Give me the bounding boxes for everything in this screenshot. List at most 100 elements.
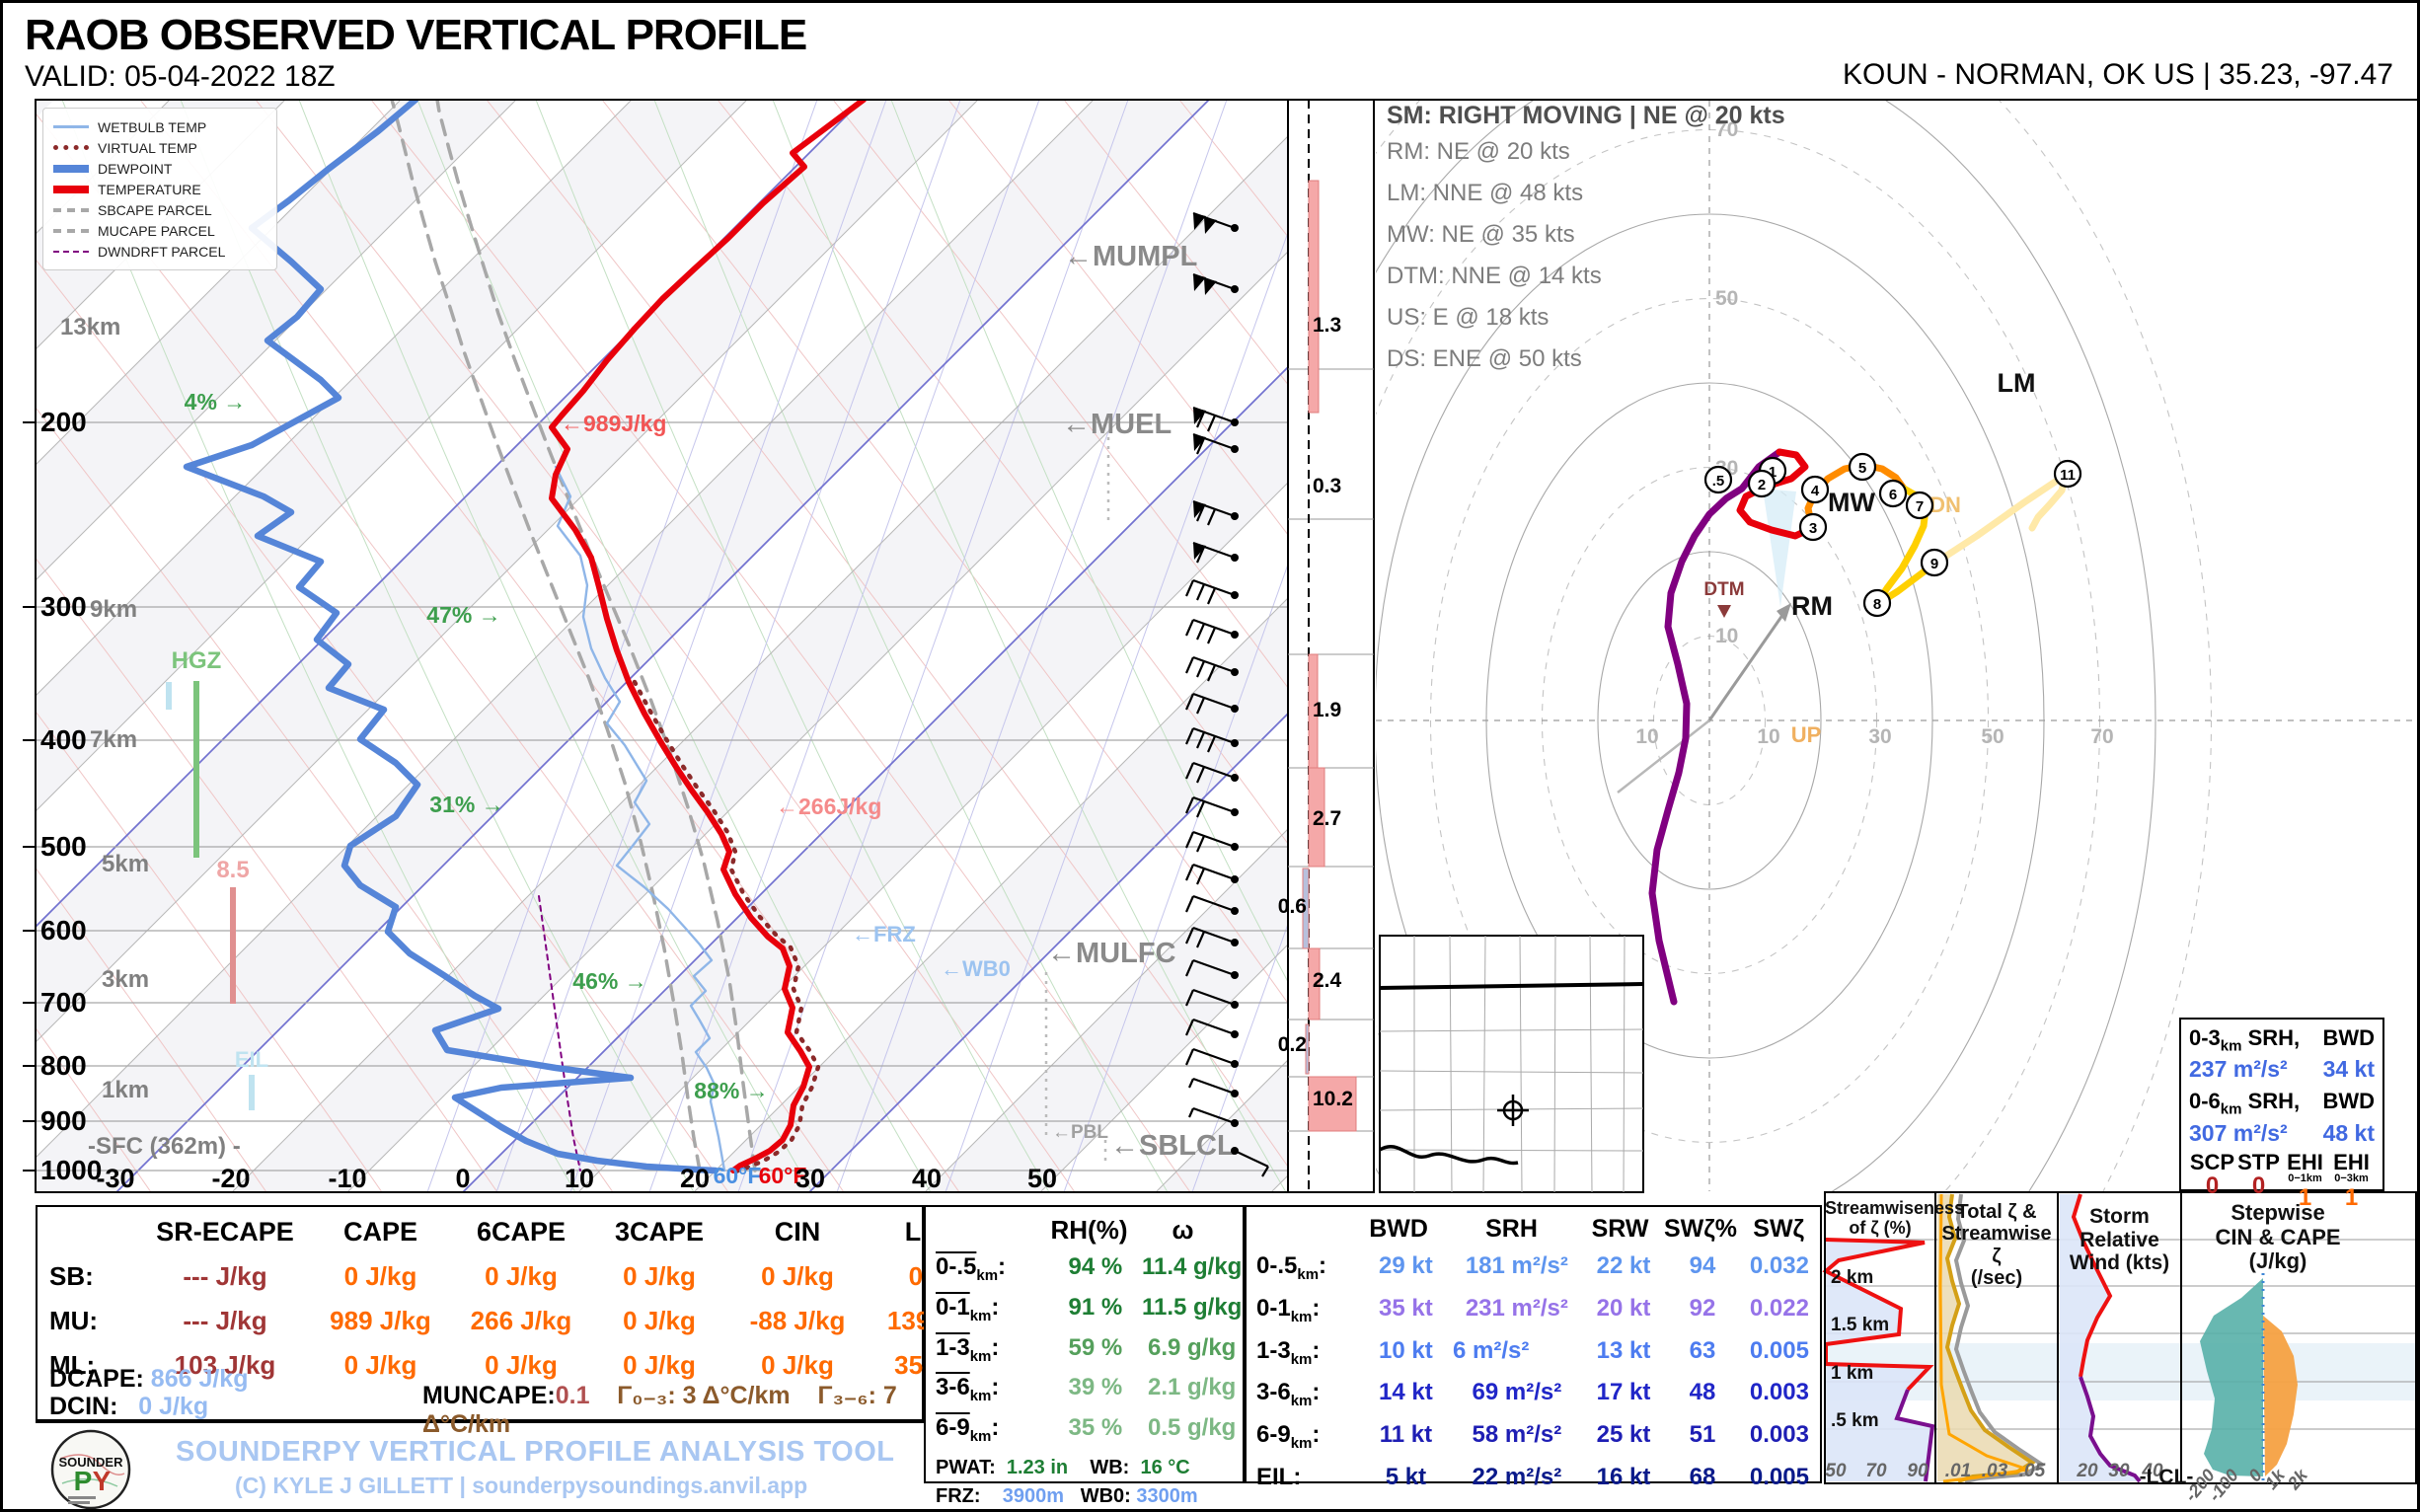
muel-label: ←MUEL: [1062, 409, 1172, 440]
temp-tick-label: -20: [211, 1164, 250, 1193]
up-label: UP: [1791, 722, 1822, 747]
p1-x-tick: 90: [1907, 1461, 1928, 1481]
hodo-height-marker-label: 7: [1916, 498, 1924, 515]
height-label: 3km: [102, 966, 149, 993]
scp-value: 0: [2189, 1172, 2235, 1200]
mw-label: MW: [1828, 488, 1875, 517]
ehi-0-1-value: 1: [2282, 1184, 2328, 1212]
temperature-legend-icon: [53, 186, 89, 193]
legend-label: VIRTUAL TEMP: [98, 140, 197, 156]
wind-barb-half: [1189, 1079, 1193, 1088]
cape-266-label: ←266J/kg: [776, 794, 881, 819]
p1-x-tick: 50: [1825, 1461, 1847, 1481]
ds-motion: DS: ENE @ 50 kts: [1387, 345, 1785, 373]
kinematics-panel: BWD SRH SRW SWζ% SWζ 0-.5km:29 kt181 m²/…: [1245, 1205, 1822, 1483]
shear-vector-line: [1618, 720, 1709, 793]
lapse-0-3-value: 3 Δ°C/km: [683, 1382, 791, 1409]
legend-label: DEWPOINT: [98, 161, 172, 177]
hodo-height-marker: 3: [1800, 514, 1826, 540]
rm-motion: RM: NE @ 20 kts: [1387, 138, 1785, 166]
dcin-value: 0 J/kg: [138, 1393, 208, 1420]
stp-value: 0: [2235, 1172, 2282, 1200]
stepwise-cape-shape: [2263, 1316, 2298, 1476]
p2-x-tick: .03: [1982, 1461, 2008, 1481]
wind-barb-full: [1186, 1049, 1193, 1065]
wind-barb-half: [1189, 1108, 1193, 1117]
swz-header: SWζ: [1737, 1215, 1820, 1244]
kinematics-row: 1-3km:10 kt6 m²/s²13 kt630.005: [1247, 1337, 1820, 1368]
rh-47pct-label: 47% →: [426, 602, 500, 628]
layer-bar-value: 0.3: [1313, 475, 1341, 497]
wind-barb-full: [1186, 896, 1193, 912]
frz-label: ←FRZ: [852, 922, 916, 946]
moisture-panel: RH(%) ω 0-.5km:94 %11.4 g/kg 0-1km:91 %1…: [924, 1205, 1245, 1483]
pressure-tick-label: 900: [40, 1105, 87, 1136]
dcape-row: DCAPE: 866 J/kg: [49, 1365, 248, 1394]
hodograph-labels: LM MW RM DTM UP DN: [1703, 368, 2035, 747]
table-row-sb: SB: --- J/kg0 J/kg 0 J/kg0 J/kg 0 J/kg0 …: [38, 1261, 922, 1292]
rh-46pct-label: 46% →: [572, 968, 646, 994]
p2-x-tick: .05: [2019, 1461, 2046, 1481]
virtual-temp-legend-icon: [53, 145, 89, 150]
wind-barb: [1186, 580, 1239, 604]
svg-text:P: P: [74, 1466, 93, 1496]
srh-wedge: [1763, 489, 1796, 607]
layer-bar-value: 2.4: [1313, 969, 1342, 992]
dtm-marker: [1717, 605, 1731, 618]
dgz-label: 8.5: [216, 857, 249, 883]
kinematics-row: 0-1km:35 kt231 m²/s²20 kt920.022: [1247, 1295, 1820, 1325]
pressure-tick-label: 800: [40, 1050, 87, 1081]
srw-header: SRW: [1577, 1215, 1664, 1244]
hodo-ring-label: 10: [1757, 725, 1779, 748]
p1-y-label: .5 km: [1831, 1410, 1879, 1431]
p1-y-label: 1.5 km: [1831, 1315, 1889, 1335]
layer-bar: [1309, 181, 1319, 413]
hgz-label: HGZ: [172, 647, 222, 674]
pressure-tick-label: 400: [40, 724, 87, 755]
layer-bar-value: 10.2: [1313, 1088, 1353, 1110]
hodo-height-marker-label: 6: [1889, 487, 1897, 503]
layer-bar-value: 2.7: [1313, 807, 1341, 830]
legend-label: DWNDRFT PARCEL: [98, 244, 225, 260]
wetbulb-legend-icon: [53, 125, 89, 128]
table-row-mu: MU: --- J/kg989 J/kg 266 J/kg0 J/kg -88 …: [38, 1306, 922, 1336]
hodo-height-marker: 11: [2055, 461, 2080, 487]
temp-tick-label: 40: [912, 1164, 942, 1193]
wind-barb: [1186, 620, 1239, 643]
hodo-height-marker: 2: [1749, 471, 1775, 496]
moisture-row: 0-.5km:94 %11.4 g/kg: [926, 1253, 1243, 1284]
wind-barb-full: [1208, 416, 1215, 431]
col-header-6cape: 6CAPE: [452, 1217, 590, 1247]
pbl-label: ←PBL: [1052, 1122, 1108, 1143]
wind-barb-full: [1186, 657, 1193, 673]
srh-bwd-box: 0-3km SRH,BWD 237 m²/s²34 kt 0-6km SRH,B…: [2179, 1018, 2384, 1191]
srh-0-3-value: 237 m²/s²: [2189, 1056, 2288, 1083]
hodo-height-marker: 9: [1922, 550, 1947, 575]
scp-header: SCP: [2189, 1153, 2235, 1172]
hodo-ring-label: 50: [1981, 725, 2004, 748]
mucape-legend-icon: [53, 229, 89, 233]
height-label: 13km: [60, 314, 120, 340]
muncape-lapse-row: MUNCAPE:0.1 Γ₀₋₃: 3 Δ°C/km Γ₃₋₆: 7 Δ°C/k…: [422, 1381, 922, 1439]
height-label: 7km: [90, 726, 137, 753]
streamwiseness-title: Streamwisenessof ζ (%): [1825, 1198, 1935, 1238]
legend-label: MUCAPE PARCEL: [98, 223, 215, 239]
legend-label: TEMPERATURE: [98, 182, 201, 197]
hodo-height-marker-label: 8: [1873, 596, 1881, 613]
layer-bar-value: 1.3: [1313, 314, 1341, 337]
sblcl-label: ←SBLCL: [1110, 1130, 1235, 1162]
thermo-panel: SR-ECAPE CAPE 6CAPE 3CAPE CIN LCL SB: --…: [36, 1205, 924, 1421]
p2-x-tick: .01: [1945, 1461, 1971, 1481]
bwd-0-6-value: 48 kt: [2323, 1120, 2375, 1147]
dewpoint-legend-icon: [53, 165, 89, 173]
layer-bar-column: 1.30.31.92.70.62.40.210.2: [1278, 100, 1374, 1192]
frz-row: FRZ: 3900m WB0: 3300m: [926, 1485, 1243, 1508]
stepwise-title: StepwiseCIN & CAPE(J/kg): [2184, 1201, 2372, 1274]
hodo-height-marker: 7: [1907, 492, 1932, 518]
hodo-ring-label: 70: [2090, 725, 2113, 748]
bwd-0-3-value: 34 kt: [2323, 1056, 2375, 1083]
legend-label: SBCAPE PARCEL: [98, 202, 212, 218]
cape-989-label: ←989J/kg: [561, 411, 666, 436]
wind-barb: [1186, 865, 1239, 884]
hodo-height-marker-label: 11: [2060, 467, 2076, 484]
